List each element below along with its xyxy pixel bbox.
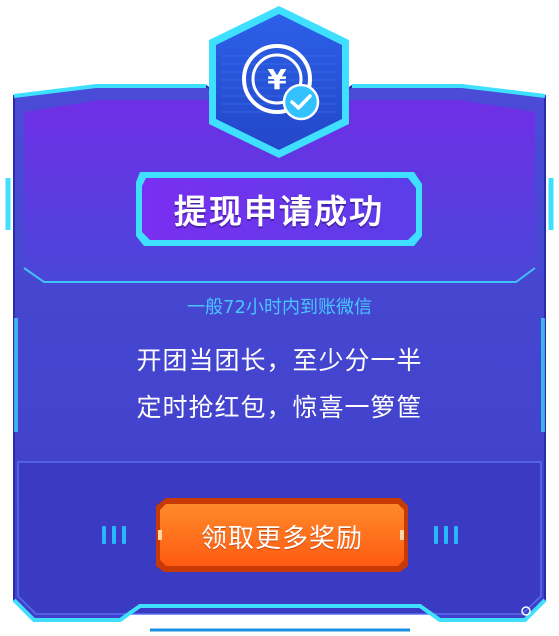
left-decor-bars (102, 526, 126, 544)
promo-line-2: 定时抢红包，惊喜一箩筐 (136, 393, 423, 422)
cta-label: 领取更多奖励 (200, 523, 363, 554)
title-badge: 提现申请成功 (136, 171, 422, 247)
promo-line-1: 开团当团长，至少分一半 (136, 346, 423, 375)
dialog-title: 提现申请成功 (174, 192, 384, 231)
checkmark-icon (282, 83, 320, 121)
right-decor-bars (434, 526, 458, 544)
arrival-time-note: 一般72小时内到账微信 (187, 297, 372, 318)
withdraw-success-dialog: ¥ 提现申请成功 一般72小时内到账微信 开团当团长，至少分一半 定时抢红包，惊… (0, 0, 559, 636)
claim-more-rewards-button[interactable]: 领取更多奖励 (156, 505, 408, 567)
